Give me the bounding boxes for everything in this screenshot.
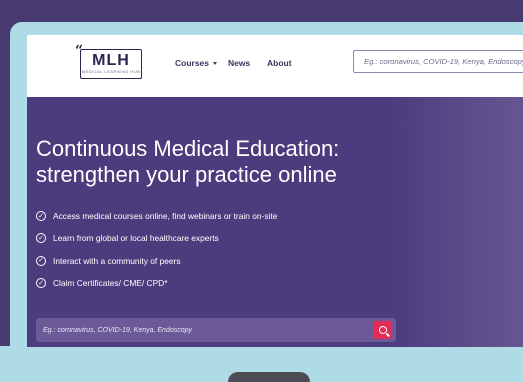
laptop-notch (228, 372, 310, 382)
hero-search-button[interactable] (373, 321, 392, 339)
nav-courses-label: Courses (175, 58, 210, 68)
site-header: “ MLH MEDICAL LEARNING HUB Courses News … (27, 35, 523, 97)
logo-wordmark: MLH (92, 52, 130, 69)
hero-headline: Continuous Medical Education: strengthen… (36, 136, 456, 188)
feature-item: ✓ Learn from global or local healthcare … (36, 227, 277, 249)
hero-headline-line2: strengthen your practice online (36, 162, 337, 187)
feature-list: ✓ Access medical courses online, find we… (36, 205, 277, 294)
nav-courses[interactable]: Courses (175, 58, 218, 68)
laptop-screen: “ MLH MEDICAL LEARNING HUB Courses News … (27, 35, 523, 347)
search-icon (378, 326, 387, 334)
check-circle-icon: ✓ (36, 278, 46, 289)
hero-headline-line1: Continuous Medical Education: (36, 136, 340, 161)
nav-news[interactable]: News (228, 58, 250, 68)
hero-background-image (387, 97, 523, 347)
feature-item: ✓ Interact with a community of peers (36, 250, 277, 272)
check-circle-icon: ✓ (36, 233, 46, 244)
nav-news-label: News (228, 58, 251, 68)
hero-search-placeholder: Eg.: coronavirus, COVID-19, Kenya, Endos… (43, 326, 193, 334)
hero-search-input[interactable]: Eg.: coronavirus, COVID-19, Kenya, Endos… (43, 318, 192, 342)
hero-search-bar: Eg.: coronavirus, COVID-19, Kenya, Endos… (36, 318, 396, 342)
feature-item: ✓ Claim Certificates/ CME/ CPD* (36, 272, 277, 294)
check-circle-icon: ✓ (36, 211, 46, 222)
header-search-placeholder: Eg.: coronavirus, COVID-19, Kenya, Endos… (364, 57, 523, 66)
nav-about-label: About (267, 58, 292, 68)
chevron-down-icon (213, 61, 218, 65)
mlh-logo[interactable]: “ MLH MEDICAL LEARNING HUB (75, 43, 142, 79)
nav-about[interactable]: About (267, 58, 292, 68)
feature-text: Interact with a community of peers (53, 255, 181, 266)
logo-subtitle: MEDICAL LEARNING HUB (81, 69, 141, 74)
feature-text: Claim Certificates/ CME/ CPD* (53, 278, 168, 289)
feature-text: Learn from global or local healthcare ex… (53, 233, 219, 244)
feature-item: ✓ Access medical courses online, find we… (36, 205, 277, 227)
header-search-input[interactable]: Eg.: coronavirus, COVID-19, Kenya, Endos… (353, 50, 523, 73)
check-circle-icon: ✓ (36, 255, 46, 266)
feature-text: Access medical courses online, find webi… (53, 211, 278, 222)
logo-quote-mark: “ (75, 43, 84, 59)
